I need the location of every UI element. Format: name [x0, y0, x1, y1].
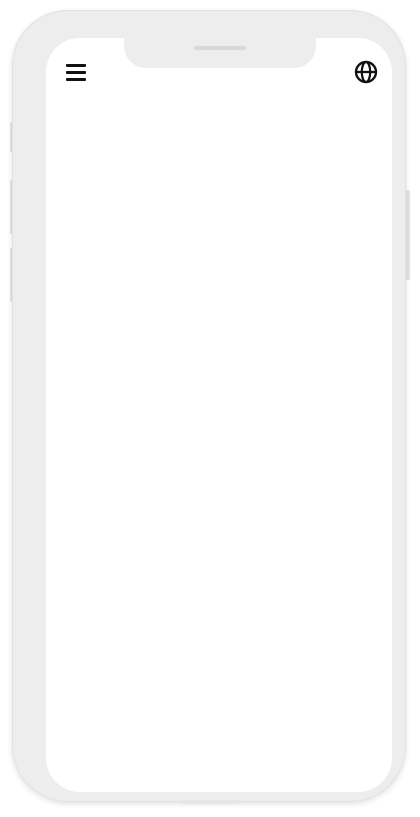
phone-screen — [46, 38, 392, 792]
bottom-port — [180, 800, 240, 804]
notch — [124, 38, 316, 68]
globe-icon — [354, 60, 378, 84]
speaker-grille — [194, 46, 246, 50]
language-button[interactable] — [352, 58, 380, 86]
phone-frame — [12, 10, 406, 802]
power-button — [406, 190, 410, 280]
device-mockup — [0, 0, 420, 817]
menu-button[interactable] — [62, 58, 90, 86]
menu-icon — [66, 63, 86, 81]
